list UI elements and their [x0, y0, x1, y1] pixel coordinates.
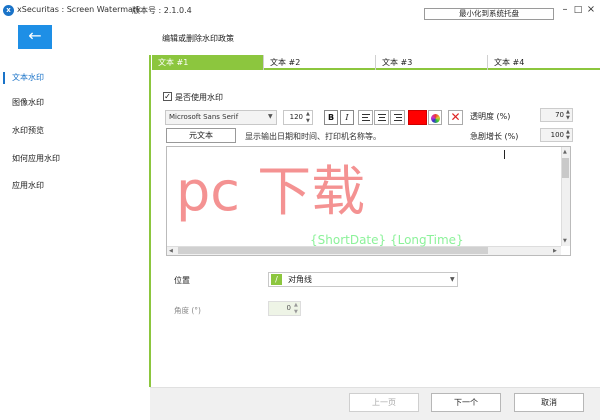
align-right-button[interactable] — [390, 110, 405, 125]
scroll-up-icon[interactable]: ▲ — [563, 149, 567, 155]
use-watermark-label: 是否使用水印 — [175, 93, 223, 102]
app-title: xSecuritas : Screen Watermark — [17, 5, 141, 14]
spin-down-icon[interactable]: ▼ — [306, 118, 310, 124]
use-watermark-checkbox[interactable]: ✓ — [163, 92, 172, 101]
chevron-down-icon: ▼ — [268, 113, 273, 120]
next-button[interactable]: 下一个 — [431, 393, 501, 412]
tab-text-1[interactable]: 文本 #1 — [152, 55, 264, 70]
position-select[interactable]: 对角线 — [268, 272, 458, 287]
scroll-left-icon[interactable]: ◀ — [169, 248, 173, 254]
app-logo-icon: x — [3, 5, 14, 16]
horizontal-scrollbar-thumb[interactable] — [178, 247, 488, 254]
spin-down-icon[interactable]: ▼ — [566, 135, 570, 141]
align-center-button[interactable] — [374, 110, 389, 125]
sidebar-item-text-watermark[interactable]: 文本水印 — [0, 67, 148, 89]
arrow-left-icon: ← — [28, 26, 42, 45]
meta-text-hint: 显示输出日期和时间、打印机名称等。 — [245, 132, 381, 141]
vertical-scrollbar-thumb[interactable] — [562, 158, 569, 178]
bold-button[interactable]: B — [324, 110, 338, 125]
clear-format-button[interactable]: ✕ — [448, 110, 463, 125]
sidebar-item-watermark-preview[interactable]: 水印预览 — [0, 120, 148, 142]
back-button[interactable]: ← — [18, 25, 52, 49]
cancel-button[interactable]: 取消 — [514, 393, 584, 412]
close-window-icon[interactable]: × — [584, 4, 598, 16]
text-caret — [504, 150, 505, 159]
text-color-swatch[interactable] — [408, 110, 427, 125]
spin-down-icon[interactable]: ▼ — [566, 115, 570, 121]
checkmark-icon: ✓ — [164, 92, 171, 101]
minimize-to-tray-button[interactable]: 最小化到系统托盘 — [424, 8, 554, 20]
diagonal-icon: / — [271, 274, 282, 285]
color-wheel-icon — [431, 114, 440, 123]
angle-label: 角度 (°) — [174, 306, 201, 315]
meta-text-button[interactable]: 元文本 — [166, 128, 236, 143]
overlay-site-logo: pc 下载 — [176, 160, 366, 223]
sidebar-divider — [149, 55, 151, 387]
font-family-select[interactable]: Microsoft Sans Serif — [165, 110, 277, 125]
scroll-down-icon[interactable]: ▼ — [563, 238, 567, 244]
previous-button[interactable]: 上一页 — [349, 393, 419, 412]
spin-up-icon[interactable]: ▲ — [306, 111, 310, 117]
scroll-right-icon[interactable]: ▶ — [553, 248, 557, 254]
maximize-window-icon[interactable]: □ — [571, 4, 585, 16]
italic-button[interactable]: I — [340, 110, 354, 125]
sharp-increase-label: 急剧增长 (%) — [470, 132, 519, 141]
watermark-text-value: {ShortDate} {LongTime} — [310, 233, 464, 247]
page-heading: 编辑或删除水印政策 — [162, 34, 234, 43]
sidebar-item-how-to-apply[interactable]: 如何应用水印 — [0, 148, 148, 170]
minimize-window-icon[interactable]: – — [558, 4, 572, 16]
align-left-button[interactable] — [358, 110, 373, 125]
color-picker-button[interactable] — [428, 110, 442, 125]
sidebar-item-image-watermark[interactable]: 图像水印 — [0, 92, 148, 114]
chevron-down-icon: ▼ — [450, 276, 455, 283]
tab-text-4[interactable]: 文本 #4 — [488, 55, 600, 70]
app-version: 版本号 : 2.1.0.4 — [132, 6, 192, 15]
position-label: 位置 — [174, 276, 190, 285]
sidebar-item-apply-watermark[interactable]: 应用水印 — [0, 175, 148, 197]
spin-up-icon[interactable]: ▲ — [294, 302, 298, 308]
spin-down-icon[interactable]: ▼ — [294, 309, 298, 315]
tab-text-3[interactable]: 文本 #3 — [376, 55, 488, 70]
transparency-label: 透明度 (%) — [470, 112, 511, 121]
close-icon: ✕ — [450, 110, 461, 124]
tab-text-2[interactable]: 文本 #2 — [264, 55, 376, 70]
